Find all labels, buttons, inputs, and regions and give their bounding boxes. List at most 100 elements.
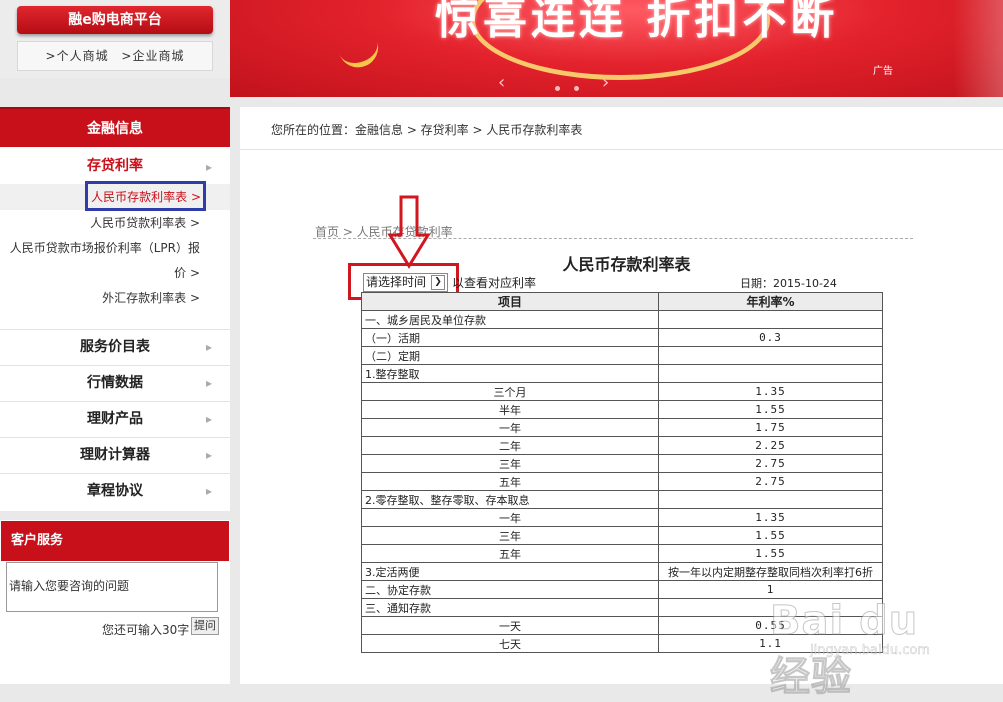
table-cell-rate: 2.75 — [658, 472, 883, 491]
question-input[interactable]: 请输入您要咨询的问题 — [6, 562, 218, 612]
table-row: 三、通知存款 — [361, 598, 883, 617]
sidebar-item-fx-deposit-rates[interactable]: 外汇存款利率表 > — [102, 289, 200, 306]
banner-slogan: 惊喜连连 折扣不断 — [435, 0, 839, 44]
char-remaining: 您还可输入30字 — [102, 623, 190, 637]
table-cell-item: 半年 — [361, 400, 659, 419]
table-cell-item: 三个月 — [361, 382, 659, 401]
table-row: 2.零存整取、整存零取、存本取息 — [361, 490, 883, 509]
ad-label: 广告 — [873, 66, 893, 77]
chevron-right-icon: ▸ — [205, 484, 212, 498]
sidebar-item-label: 理财产品 — [87, 411, 143, 427]
table-cell-rate: 1.1 — [658, 634, 883, 653]
sidebar-item-label: 章程协议 — [87, 483, 143, 499]
top-left-panel: 融e购电商平台 >个人商城 >企业商城 — [0, 0, 230, 78]
table-cell-item: 七天 — [361, 634, 659, 653]
table-cell-rate: 2.25 — [658, 436, 883, 455]
sidebar-header: 金融信息 — [0, 107, 230, 147]
main-content: 您所在的位置：金融信息 > 存贷利率 > 人民币存款利率表 首页 > 人民币存贷… — [240, 107, 1003, 684]
sidebar-item-label: 理财计算器 — [80, 447, 150, 463]
table-cell-rate — [658, 490, 883, 509]
customer-service-header: 客户服务 — [1, 521, 229, 561]
promo-banner[interactable]: 惊喜连连 折扣不断 ‹ › 广告 — [230, 0, 1003, 97]
banner-edge — [953, 0, 1003, 97]
table-cell-rate: 1 — [658, 580, 883, 599]
table-cell-item: 三年 — [361, 526, 659, 545]
table-cell-rate: 1.35 — [658, 508, 883, 527]
table-row: 一年 1.35 — [361, 508, 883, 527]
table-row: 五年 2.75 — [361, 472, 883, 491]
sidebar-item-wealth-calculator[interactable]: 理财计算器 ▸ — [0, 437, 230, 472]
table-cell-item: 一年 — [361, 508, 659, 527]
sidebar-item-agreements[interactable]: 章程协议 ▸ — [0, 473, 230, 508]
chevron-left-icon[interactable]: ‹ — [498, 72, 505, 93]
sidebar-item-rmb-loan-rates[interactable]: 人民币贷款利率表 > — [90, 214, 200, 231]
table-cell-item: 二、协定存款 — [361, 580, 659, 599]
rate-table: 项目 年利率% 一、城乡居民及单位存款 （一）活期 0.3 （二）定期 1.整存整取 三个… — [361, 292, 883, 653]
table-cell-item: 1.整存整取 — [361, 364, 659, 383]
table-row: 二、协定存款 1 — [361, 580, 883, 599]
table-row: 三年 1.55 — [361, 526, 883, 545]
column-header-rate: 年利率% — [658, 292, 883, 311]
table-cell-rate: 按一年以内定期整存整取同档次利率打6折 — [658, 562, 883, 581]
table-cell-rate: 0.55 — [658, 616, 883, 635]
breadcrumb: 您所在的位置：金融信息 > 存贷利率 > 人民币存款利率表 — [271, 123, 583, 137]
chevron-right-icon[interactable]: › — [602, 72, 609, 93]
table-cell-rate — [658, 598, 883, 617]
sidebar-item-label: 服务价目表 — [80, 339, 150, 355]
table-cell-item: 一年 — [361, 418, 659, 437]
table-row: 3.定活两便 按一年以内定期整存整取同档次利率打6折 — [361, 562, 883, 581]
sidebar-item-market-data[interactable]: 行情数据 ▸ — [0, 365, 230, 400]
sidebar-item-service-prices[interactable]: 服务价目表 ▸ — [0, 329, 230, 364]
table-row: 二年 2.25 — [361, 436, 883, 455]
sidebar-item-wealth-products[interactable]: 理财产品 ▸ — [0, 401, 230, 436]
divider — [240, 149, 1003, 150]
chevron-right-icon: ▸ — [205, 160, 212, 174]
platform-button[interactable]: 融e购电商平台 — [17, 6, 213, 34]
ask-button[interactable]: 提问 — [191, 617, 219, 635]
table-cell-rate — [658, 310, 883, 329]
table-row: （二）定期 — [361, 346, 883, 365]
table-row: 一年 1.75 — [361, 418, 883, 437]
table-cell-item: 五年 — [361, 472, 659, 491]
chevron-right-icon: ▸ — [205, 340, 212, 354]
select-hint: 以查看对应利率 — [452, 276, 537, 290]
personal-mall-link[interactable]: >个人商城 — [46, 49, 109, 63]
table-cell-rate: 1.75 — [658, 418, 883, 437]
carousel-dot[interactable] — [555, 86, 560, 91]
mall-links: >个人商城 >企业商城 — [17, 41, 213, 71]
customer-service-panel: 客户服务 请输入您要咨询的问题 您还可输入30字 提问 — [0, 520, 230, 684]
enterprise-mall-link[interactable]: >企业商城 — [121, 49, 184, 63]
table-cell-item: （二）定期 — [361, 346, 659, 365]
table-row: 半年 1.55 — [361, 400, 883, 419]
table-cell-item: 3.定活两便 — [361, 562, 659, 581]
sidebar-item-label: 行情数据 — [87, 375, 143, 391]
sidebar-item-lpr[interactable]: 人民币贷款市场报价利率（LPR）报 — [10, 239, 200, 256]
chevron-right-icon: ▸ — [205, 448, 212, 462]
table-row: 一天 0.55 — [361, 616, 883, 635]
annotation-blue-box — [85, 181, 206, 211]
table-cell-item: 一、城乡居民及单位存款 — [361, 310, 659, 329]
table-row: 一、城乡居民及单位存款 — [361, 310, 883, 329]
table-cell-rate: 0.3 — [658, 328, 883, 347]
carousel-dot[interactable] — [574, 86, 579, 91]
table-cell-rate: 2.75 — [658, 454, 883, 473]
sidebar: 金融信息 存贷利率 ▸ 人民币存款利率表 > 人民币贷款利率表 > 人民币贷款市… — [0, 107, 230, 511]
sidebar-category-deposit-rates[interactable]: 存贷利率 — [0, 155, 230, 175]
table-cell-item: 三、通知存款 — [361, 598, 659, 617]
table-cell-item: 五年 — [361, 544, 659, 563]
table-row: （一）活期 0.3 — [361, 328, 883, 347]
table-cell-rate: 1.55 — [658, 544, 883, 563]
chevron-right-icon: ▸ — [205, 412, 212, 426]
table-cell-item: 三年 — [361, 454, 659, 473]
table-row: 三个月 1.35 — [361, 382, 883, 401]
table-cell-item: （一）活期 — [361, 328, 659, 347]
chevron-right-icon: ▸ — [205, 376, 212, 390]
table-cell-item: 2.零存整取、整存零取、存本取息 — [361, 490, 659, 509]
column-header-item: 项目 — [361, 292, 659, 311]
table-cell-rate — [658, 364, 883, 383]
table-cell-rate: 1.55 — [658, 526, 883, 545]
banner-ribbon-decoration — [336, 32, 384, 73]
table-row: 1.整存整取 — [361, 364, 883, 383]
table-row: 三年 2.75 — [361, 454, 883, 473]
sidebar-item-lpr-cont[interactable]: 价 > — [174, 264, 200, 281]
